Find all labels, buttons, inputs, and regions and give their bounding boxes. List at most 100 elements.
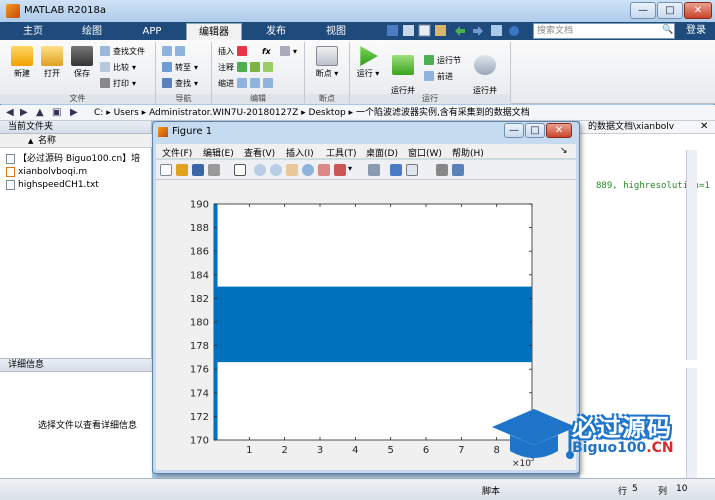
qa-cut-icon xyxy=(403,25,414,36)
advance-icon xyxy=(424,71,434,81)
tab-editor[interactable]: 编辑器 xyxy=(186,23,242,40)
save-button[interactable]: 保存 xyxy=(68,46,96,79)
save-figure-icon[interactable] xyxy=(192,164,204,176)
link-plot-icon[interactable] xyxy=(368,164,380,176)
open-button[interactable]: 打开 xyxy=(38,46,66,79)
print-figure-icon[interactable] xyxy=(208,164,220,176)
undock-icon[interactable]: ↘ xyxy=(560,146,568,156)
breadcrumb-drive[interactable]: C: xyxy=(94,108,103,118)
sort-ascending-icon: ▲ xyxy=(28,137,34,145)
brush-icon[interactable] xyxy=(334,164,346,176)
status-col-label: 列 xyxy=(658,487,668,497)
qa-paste-icon xyxy=(435,25,446,36)
chevron-down-icon: ▾ xyxy=(334,69,339,78)
series-band-0 xyxy=(214,286,532,363)
qa-copy-icon xyxy=(418,24,431,37)
colorbar-icon[interactable] xyxy=(390,164,402,176)
breadcrumb-desktop[interactable]: Desktop xyxy=(309,108,346,118)
open-folder-icon xyxy=(41,46,63,66)
compare-button[interactable]: 比较 ▾ xyxy=(100,61,136,73)
close-editor-icon[interactable]: ✕ xyxy=(700,121,708,132)
breadcrumb-user[interactable]: Administrator.WIN7U-20180127Z xyxy=(149,108,298,118)
menu-tools[interactable]: 工具(T) xyxy=(326,146,357,159)
close-button[interactable]: ✕ xyxy=(684,2,712,19)
run-button[interactable]: 运行 ▾ xyxy=(354,46,382,79)
back-arrow-icon[interactable]: ◀ xyxy=(6,105,14,121)
search-icon[interactable]: 🔍 xyxy=(662,25,673,35)
tab-plots[interactable]: 绘图 xyxy=(64,23,120,40)
menu-window[interactable]: 窗口(W) xyxy=(408,146,442,159)
menu-insert[interactable]: 插入(I) xyxy=(286,146,314,159)
nav-back-forward[interactable] xyxy=(162,45,185,57)
zoom-out-icon[interactable] xyxy=(270,164,282,176)
breadcrumb-users[interactable]: Users xyxy=(114,108,139,118)
figure-close-button[interactable]: ✕ xyxy=(546,123,572,138)
path-history-icon[interactable]: ▶ xyxy=(70,105,78,121)
maximize-button[interactable]: □ xyxy=(657,2,683,19)
list-item[interactable]: xianbolvboqi.m xyxy=(6,166,87,178)
group-separator xyxy=(304,42,305,102)
editor-scrollbar[interactable] xyxy=(686,150,697,360)
pan-hand-icon[interactable] xyxy=(286,164,298,176)
indent-button[interactable]: 缩进 xyxy=(218,77,273,89)
minimize-button[interactable]: — xyxy=(630,2,656,19)
fx-button[interactable]: fx xyxy=(262,45,271,57)
new-button[interactable]: 新建 xyxy=(8,46,36,79)
open-file-icon[interactable] xyxy=(176,164,188,176)
tab-home[interactable]: 主页 xyxy=(6,23,60,40)
rotate-3d-icon[interactable] xyxy=(302,164,314,176)
zoom-in-icon[interactable] xyxy=(254,164,266,176)
select-arrow-icon[interactable] xyxy=(234,164,246,176)
data-cursor-icon[interactable] xyxy=(318,164,330,176)
forward-arrow-icon[interactable]: ▶ xyxy=(20,105,28,121)
goto-button[interactable]: 转至 ▾ xyxy=(162,61,198,73)
menu-file[interactable]: 文件(F) xyxy=(162,146,192,159)
tab-apps[interactable]: APP xyxy=(124,23,180,40)
find-button[interactable]: 查找 ▾ xyxy=(162,77,198,89)
hide-plot-tools-icon[interactable] xyxy=(436,164,448,176)
insert-button[interactable]: 插入 xyxy=(218,45,247,57)
insert-more-button[interactable]: ▾ xyxy=(280,45,297,57)
chevron-down-icon: ▾ xyxy=(293,46,298,56)
show-plot-tools-icon[interactable] xyxy=(452,164,464,176)
up-folder-icon[interactable]: ▲ xyxy=(36,105,44,121)
figure-minimize-button[interactable]: — xyxy=(504,123,524,138)
menu-edit[interactable]: 编辑(E) xyxy=(203,146,234,159)
run-section-button[interactable]: 运行节 xyxy=(424,54,461,66)
column-header-name[interactable]: ▲ 名称 xyxy=(0,134,152,148)
chevron-down-icon[interactable]: ▾ xyxy=(348,164,360,176)
list-item[interactable]: 【必过源码 Biguo100.cn】培 xyxy=(6,153,140,165)
chevron-down-icon: ▾ xyxy=(132,78,137,88)
menu-view[interactable]: 查看(V) xyxy=(244,146,275,159)
x-tick-label: 5 xyxy=(387,445,393,456)
new-figure-icon[interactable] xyxy=(160,164,172,176)
legend-icon[interactable] xyxy=(406,164,418,176)
login-button[interactable]: 登录 xyxy=(680,23,712,39)
breadcrumb-folder[interactable]: 一个陷波滤波器实例,含有采集到的数据文档 xyxy=(356,108,530,118)
figure-maximize-button[interactable]: □ xyxy=(525,123,545,138)
comment-button[interactable]: 注释 xyxy=(218,61,273,73)
browse-folder-icon[interactable]: ▣ xyxy=(52,105,61,121)
breakpoints-icon xyxy=(316,46,338,66)
advance-button[interactable]: 前进 xyxy=(424,70,453,82)
editor-file-tab[interactable]: 的数据文档\xianbolv xyxy=(580,121,715,134)
tab-view[interactable]: 视图 xyxy=(308,23,364,40)
menu-desktop[interactable]: 桌面(D) xyxy=(366,146,398,159)
find-files-button[interactable]: 查找文件 xyxy=(100,45,145,57)
x-tick-label: 7 xyxy=(458,445,464,456)
menu-help[interactable]: 帮助(H) xyxy=(452,146,484,159)
group-separator xyxy=(211,42,212,102)
arrow-right-icon xyxy=(175,46,185,56)
print-button[interactable]: 打印 ▾ xyxy=(100,77,136,89)
compare-icon xyxy=(100,62,110,72)
breakpoints-button[interactable]: 断点 ▾ xyxy=(312,46,342,79)
tab-publish[interactable]: 发布 xyxy=(248,23,304,40)
goto-icon xyxy=(162,62,172,72)
breadcrumb: C: ▸ Users ▸ Administrator.WIN7U-2018012… xyxy=(94,105,530,121)
list-item[interactable]: highspeedCH1.txt xyxy=(6,179,99,191)
search-input[interactable]: 搜索文档 xyxy=(533,23,675,39)
status-script-label: 脚本 xyxy=(482,487,501,497)
y-tick-label: 182 xyxy=(190,294,209,305)
matlab-logo-icon xyxy=(6,4,20,18)
qa-undo-icon xyxy=(455,26,465,36)
